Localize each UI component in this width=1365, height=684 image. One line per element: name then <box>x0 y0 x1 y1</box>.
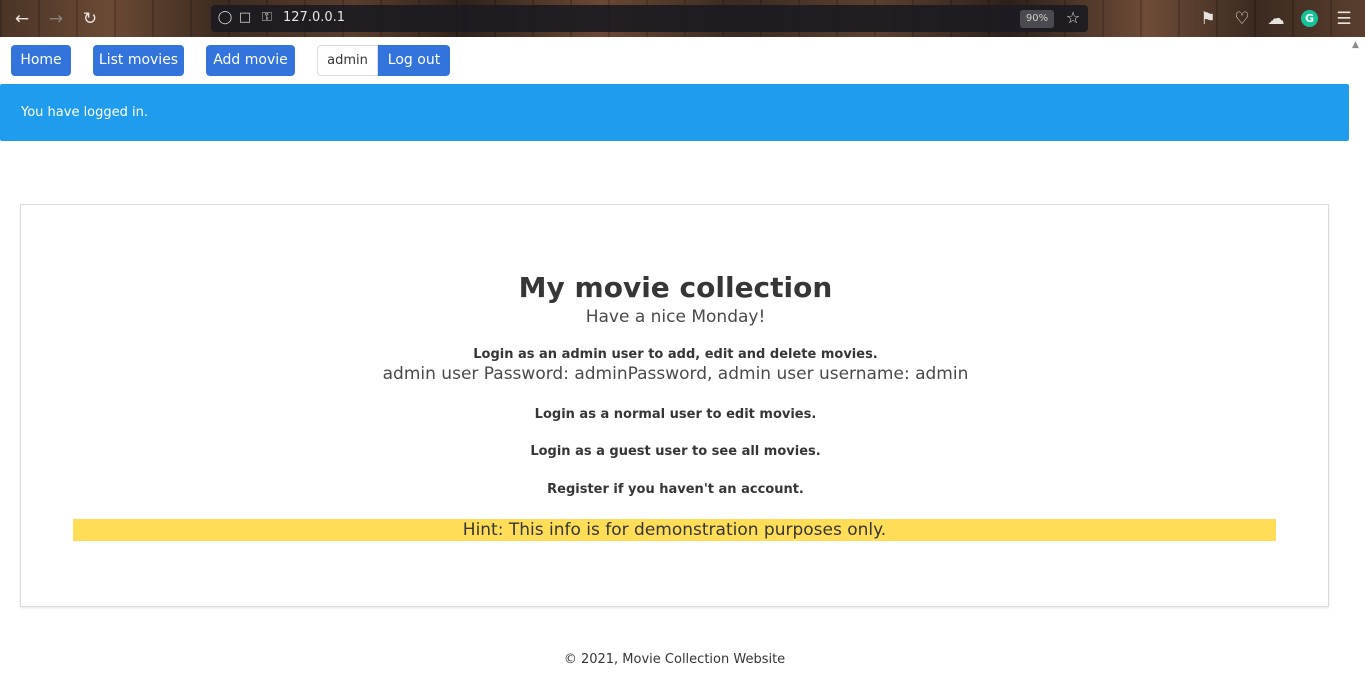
page-icon[interactable]: □ <box>236 9 254 27</box>
page-title: My movie collection <box>518 271 833 304</box>
admin-login-info: Login as an admin user to add, edit and … <box>473 347 878 362</box>
bookmark-star-icon[interactable]: ☆ <box>1063 8 1083 28</box>
username-tag: admin <box>317 45 378 76</box>
scroll-up-arrow-icon[interactable]: ▲ <box>1352 40 1359 50</box>
browser-toolbar: ← → ↻ ◯ □ ⚿ 127.0.0.1 90% ☆ ⚑ ♡ ☁ G ☰ <box>0 0 1365 37</box>
reload-icon[interactable]: ↻ <box>80 9 100 29</box>
intro-card: My movie collection Have a nice Monday! … <box>20 204 1329 607</box>
greeting-subtitle: Have a nice Monday! <box>585 307 766 327</box>
logout-button[interactable]: Log out <box>378 45 450 76</box>
notification-message: You have logged in. <box>21 105 149 120</box>
normal-login-info: Login as a normal user to edit movies. <box>534 407 817 422</box>
page-scrollbar[interactable] <box>1349 37 1365 684</box>
home-button[interactable]: Home <box>11 45 71 76</box>
back-arrow-icon[interactable]: ← <box>12 9 32 29</box>
register-info: Register if you haven't an account. <box>547 482 804 497</box>
zoom-level-badge[interactable]: 90% <box>1020 10 1054 28</box>
url-text[interactable]: 127.0.0.1 <box>283 10 345 25</box>
menu-icon[interactable]: ☰ <box>1334 9 1354 29</box>
list-movies-button[interactable]: List movies <box>93 45 184 76</box>
guest-login-info: Login as a guest user to see all movies. <box>530 444 821 459</box>
login-notification: You have logged in. <box>0 84 1349 141</box>
address-bar[interactable]: ◯ □ ⚿ 127.0.0.1 90% ☆ <box>211 5 1088 32</box>
pocket-icon[interactable]: ♡ <box>1232 9 1252 29</box>
admin-credentials: admin user Password: adminPassword, admi… <box>382 364 969 384</box>
grammarly-icon[interactable]: G <box>1301 10 1318 27</box>
shield-icon[interactable]: ◯ <box>216 9 234 27</box>
demo-hint: Hint: This info is for demonstration pur… <box>73 519 1276 541</box>
footer-copyright: © 2021, Movie Collection Website <box>563 652 786 667</box>
extensions-icon[interactable]: ⚑ <box>1198 9 1218 29</box>
forward-arrow-icon[interactable]: → <box>46 9 66 29</box>
key-icon[interactable]: ⚿ <box>258 9 276 27</box>
account-icon[interactable]: ☁ <box>1266 9 1286 29</box>
add-movie-button[interactable]: Add movie <box>206 45 295 76</box>
